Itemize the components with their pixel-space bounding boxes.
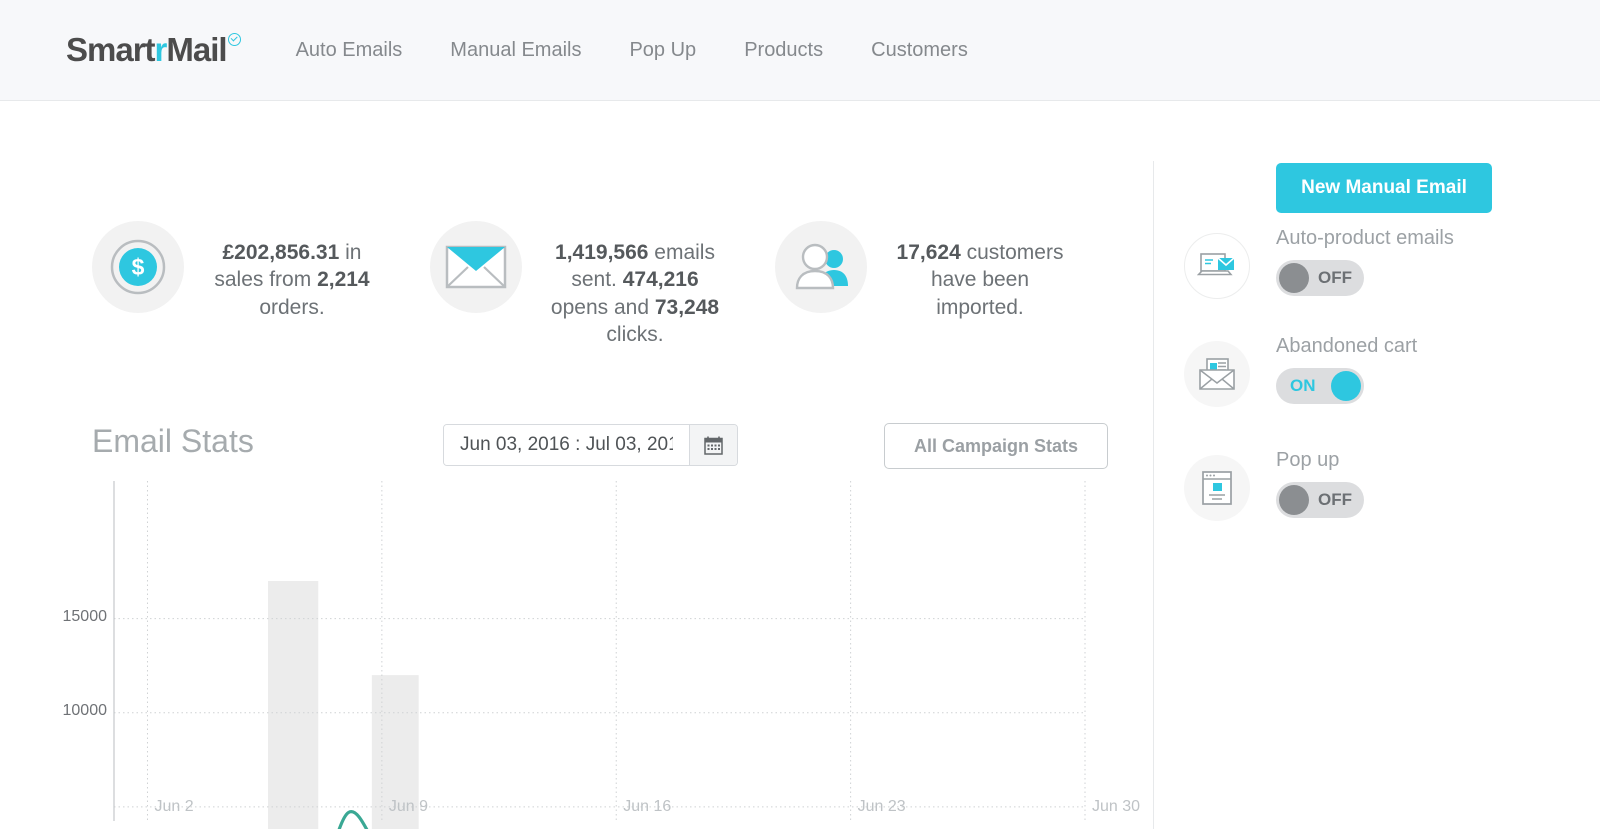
top-navigation-bar: Smart r Mail Auto Emails Manual Emails Pop… [0, 0, 1600, 101]
laptop-email-icon [1184, 233, 1250, 299]
nav-item-customers[interactable]: Customers [847, 39, 992, 62]
feature-label-abandoned-cart: Abandoned cart [1276, 335, 1418, 357]
stat-emails: 1,419,566 emails sent. 474,216 opens and… [430, 217, 730, 348]
feature-label-pop-up: Pop up [1276, 449, 1340, 471]
logo-text-part1: Smart [66, 31, 156, 68]
stat-sales-tail: orders. [259, 295, 325, 319]
all-campaign-stats-button[interactable]: All Campaign Stats [884, 423, 1108, 469]
chart-bar [268, 581, 319, 829]
nav-item-pop-up[interactable]: Pop Up [605, 39, 720, 62]
svg-text:$: $ [132, 254, 145, 280]
x-tick-label: Jun 16 [623, 798, 671, 815]
x-tick-label: Jun 9 [389, 798, 428, 815]
stat-emails-mid2: opens and [550, 295, 655, 319]
chart-plot-area: Jun 2 Jun 9 Jun 16 Jun 23 Jun 30 [113, 481, 1140, 829]
toggle-state-label: OFF [1318, 268, 1352, 287]
calendar-icon[interactable] [689, 425, 737, 465]
nav-item-products[interactable]: Products [720, 39, 847, 62]
feature-auto-product-emails: Auto-product emails OFF [1184, 227, 1454, 299]
stat-emails-clicks: 73,248 [654, 295, 720, 319]
stat-customers-count: 17,624 [896, 241, 961, 264]
x-tick-label: Jun 2 [154, 798, 193, 815]
main-content: $ £202,856.31 in sales from 2,214 orders… [0, 101, 1154, 829]
x-tick-label: Jun 23 [858, 798, 906, 815]
toggle-pop-up[interactable]: OFF [1276, 482, 1364, 518]
toggle-state-label: ON [1290, 376, 1316, 395]
stat-emails-sent: 1,419,566 [555, 241, 649, 264]
stat-emails-opens: 474,216 [622, 268, 699, 292]
stat-sales-text: £202,856.31 in sales from 2,214 orders. [202, 239, 382, 321]
right-sidebar: New Manual Email Auto-product emails OFF [1154, 101, 1600, 829]
stat-sales-amount: £202,856.31 [222, 241, 340, 264]
logo-text-accent: r [154, 31, 168, 68]
toggle-abandoned-cart[interactable]: ON [1276, 368, 1364, 404]
logo-text-part2: Mail [166, 31, 227, 68]
summary-stats-row: $ £202,856.31 in sales from 2,214 orders… [0, 217, 1154, 348]
toggle-state-label: OFF [1318, 490, 1352, 509]
stat-emails-text: 1,419,566 emails sent. 474,216 opens and… [540, 239, 730, 348]
stat-customers-text: 17,624 customers have been imported. [885, 239, 1075, 321]
toggle-knob [1331, 371, 1361, 401]
date-range-input[interactable] [444, 425, 689, 465]
feature-pop-up-body: Pop up OFF [1276, 449, 1364, 518]
brand-logo[interactable]: Smart r Mail [66, 31, 241, 69]
nav-item-manual-emails[interactable]: Manual Emails [426, 39, 605, 62]
stat-sales-orders: 2,214 [317, 268, 370, 292]
new-manual-email-button[interactable]: New Manual Email [1276, 163, 1492, 213]
dollar-circle-icon: $ [92, 221, 184, 313]
toggle-knob [1279, 263, 1309, 293]
email-stats-chart: 15000 10000 Jun 2 Jun 9 Jun 16 Jun 23 Jun 30 [0, 471, 1154, 829]
feature-auto-product-emails-body: Auto-product emails OFF [1276, 227, 1454, 296]
verified-check-icon [227, 33, 241, 46]
feature-abandoned-cart-body: Abandoned cart ON [1276, 335, 1417, 404]
abandoned-cart-icon [1184, 341, 1250, 407]
toggle-auto-product-emails[interactable]: OFF [1276, 260, 1364, 296]
chart-series-opens [337, 810, 369, 829]
feature-abandoned-cart: Abandoned cart ON [1184, 335, 1417, 407]
x-tick-label: Jun 30 [1092, 798, 1140, 815]
stat-sales: $ £202,856.31 in sales from 2,214 orders… [92, 217, 382, 348]
feature-label-auto-product-emails: Auto-product emails [1276, 227, 1454, 249]
stat-emails-tail: clicks. [606, 322, 664, 346]
feature-pop-up: Pop up OFF [1184, 449, 1364, 521]
envelope-icon [430, 221, 522, 313]
page-title: Email Stats [92, 423, 254, 459]
nav-item-auto-emails[interactable]: Auto Emails [272, 39, 427, 62]
stat-customers: 17,624 customers have been imported. [775, 217, 1075, 348]
popup-window-icon [1184, 455, 1250, 521]
customers-icon [775, 221, 867, 313]
nav-links: Auto Emails Manual Emails Pop Up Product… [272, 39, 992, 62]
toggle-knob [1279, 485, 1309, 515]
date-range-picker[interactable] [443, 424, 738, 466]
